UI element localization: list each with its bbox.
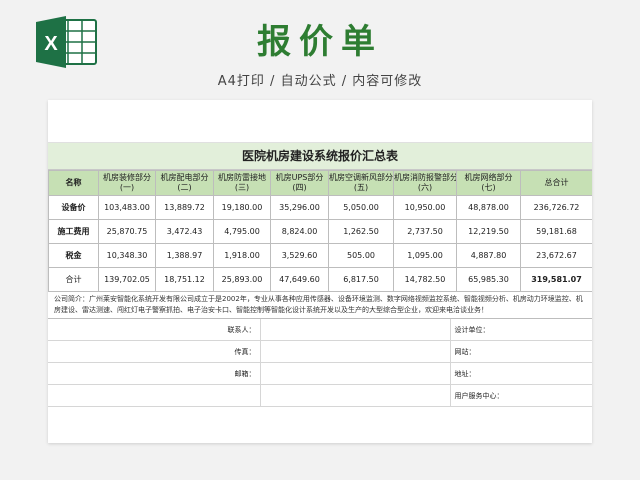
service-center-label: 用户服务中心： (449, 384, 592, 407)
table-cell: 25,893.00 (213, 267, 271, 292)
blank-cell (48, 384, 260, 407)
header-cell: 机房消防报警部分 (六) (393, 170, 457, 196)
contact-info-table: 联系人： 设计单位： 传真： 网站： 邮箱： 地址： 用户服务中心： (48, 319, 592, 407)
table-cell: 8,824.00 (270, 219, 329, 244)
table-cell: 1,095.00 (393, 243, 457, 268)
table-cell: 3,472.43 (155, 219, 214, 244)
table-cell: 10,950.00 (393, 195, 457, 220)
table-cell: 25,870.75 (98, 219, 156, 244)
page-subtitle: A4打印 / 自动公式 / 内容可修改 (217, 74, 423, 89)
table-cell: 59,181.68 (520, 219, 592, 244)
blank-cell (259, 384, 450, 407)
table-row: 设备价 103,483.00 13,889.72 19,180.00 35,29… (48, 195, 592, 220)
table-cell: 505.00 (328, 243, 394, 268)
table-cell: 6,817.50 (328, 267, 394, 292)
table-cell: 1,388.97 (155, 243, 214, 268)
table-cell: 47,649.60 (270, 267, 329, 292)
table-cell: 1,262.50 (328, 219, 394, 244)
contact-value (259, 319, 450, 341)
contact-label: 联系人： (48, 319, 260, 341)
table-cell: 2,737.50 (393, 219, 457, 244)
contact-row: 用户服务中心： (48, 384, 592, 407)
table-cell: 12,219.50 (456, 219, 521, 244)
table-title: 医院机房建设系统报价汇总表 (48, 143, 592, 170)
header-row: 名称 机房装修部分 (一) 机房配电部分 (二) 机房防雷接地 (三) 机房UPS部分… (48, 170, 592, 196)
table-row: 施工费用 25,870.75 3,472.43 4,795.00 8,824.0… (48, 219, 592, 244)
table-cell: 14,782.50 (393, 267, 457, 292)
row-label: 施工费用 (48, 219, 99, 244)
table-cell: 103,483.00 (98, 195, 156, 220)
table-row: 税金 10,348.30 1,388.97 1,918.00 3,529.60 … (48, 243, 592, 268)
table-cell: 10,348.30 (98, 243, 156, 268)
spreadsheet-preview: 医院机房建设系统报价汇总表 名称 机房装修部分 (一) 机房配电部分 (二) 机房防… (48, 100, 592, 443)
header-cell: 机房装修部分 (一) (98, 170, 156, 196)
header-cell: 机房防雷接地 (三) (213, 170, 271, 196)
company-intro-note: 公司简介：广州莱安智能化系统开发有限公司成立于是2002年，专业从事各种应用传感… (48, 292, 592, 319)
table-cell: 3,529.60 (270, 243, 329, 268)
table-cell: 65,985.30 (456, 267, 521, 292)
contact-row: 邮箱： 地址： (48, 362, 592, 385)
quote-table: 名称 机房装修部分 (一) 机房配电部分 (二) 机房防雷接地 (三) 机房UPS部分… (48, 170, 592, 292)
email-value (259, 362, 450, 385)
header-cell: 机房UPS部分 (四) (270, 170, 329, 196)
table-cell: 236,726.72 (520, 195, 592, 220)
fax-label: 传真： (48, 340, 260, 363)
table-row-total: 合计 139,702.05 18,751.12 25,893.00 47,649… (48, 267, 592, 292)
table-cell: 18,751.12 (155, 267, 214, 292)
table-cell: 4,887.80 (456, 243, 521, 268)
table-cell: 35,296.00 (270, 195, 329, 220)
table-cell: 5,050.00 (328, 195, 394, 220)
table-cell: 19,180.00 (213, 195, 271, 220)
row-label: 税金 (48, 243, 99, 268)
email-label: 邮箱： (48, 362, 260, 385)
header-cell: 机房空调新风部分 (五) (328, 170, 394, 196)
table-cell: 4,795.00 (213, 219, 271, 244)
row-label: 设备价 (48, 195, 99, 220)
page-title: 报价单 (257, 22, 383, 62)
contact-row: 传真： 网站： (48, 340, 592, 363)
header-cell: 总合计 (520, 170, 592, 196)
header-cell: 名称 (48, 170, 99, 196)
header-cell: 机房配电部分 (二) (155, 170, 214, 196)
fax-value (259, 340, 450, 363)
table-cell: 1,918.00 (213, 243, 271, 268)
row-label: 合计 (48, 267, 99, 292)
design-unit-label: 设计单位： (449, 319, 592, 341)
contact-row: 联系人： 设计单位： (48, 319, 592, 341)
table-cell: 48,878.00 (456, 195, 521, 220)
blank-top-row (48, 100, 592, 143)
header-cell: 机房网络部分 (七) (456, 170, 521, 196)
table-cell: 23,672.67 (520, 243, 592, 268)
grand-total-cell: 319,581.07 (520, 267, 592, 292)
table-cell: 13,889.72 (155, 195, 214, 220)
table-cell: 139,702.05 (98, 267, 156, 292)
website-label: 网站： (449, 340, 592, 363)
address-label: 地址： (449, 362, 592, 385)
